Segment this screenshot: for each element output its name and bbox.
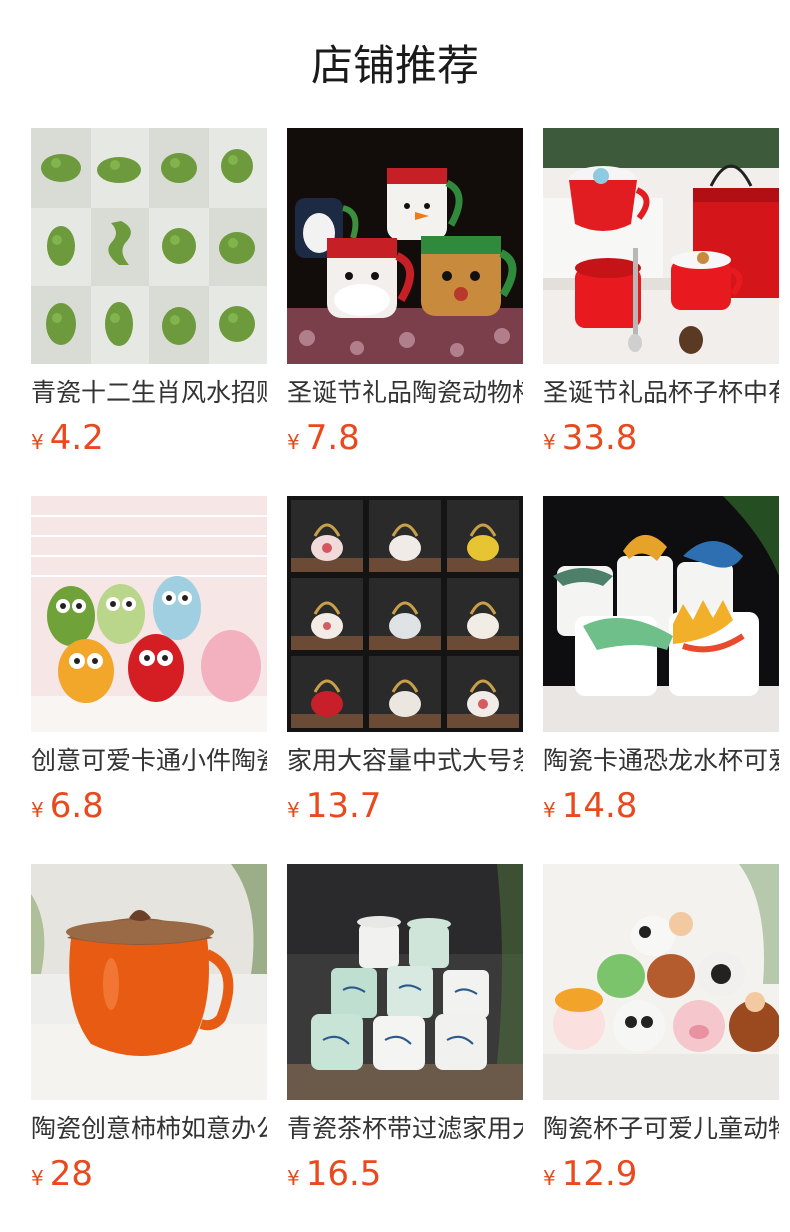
product-name[interactable]: 创意可爱卡通小件陶瓷 <box>31 744 267 778</box>
price-value: 7.8 <box>305 418 360 458</box>
price-value: 6.8 <box>49 786 104 826</box>
product-price: ¥33.8 <box>543 418 779 458</box>
product-name[interactable]: 圣诞节礼品陶瓷动物杯 <box>287 376 523 410</box>
price-value: 16.5 <box>305 1154 382 1194</box>
currency-symbol: ¥ <box>31 430 44 454</box>
product-card[interactable]: 圣诞节礼品杯子杯中有 ¥33.8 <box>543 128 779 464</box>
price-value: 33.8 <box>561 418 638 458</box>
currency-symbol: ¥ <box>287 798 300 822</box>
product-name[interactable]: 家用大容量中式大号茶 <box>287 744 523 778</box>
price-value: 13.7 <box>305 786 382 826</box>
product-image[interactable] <box>31 864 267 1100</box>
product-card[interactable]: 陶瓷杯子可爱儿童动物 ¥12.9 <box>543 864 779 1200</box>
currency-symbol: ¥ <box>31 798 44 822</box>
product-image[interactable] <box>287 864 523 1100</box>
product-name[interactable]: 陶瓷杯子可爱儿童动物 <box>543 1112 779 1146</box>
product-price: ¥13.7 <box>287 786 523 826</box>
product-image[interactable] <box>31 496 267 732</box>
product-name[interactable]: 陶瓷创意柿柿如意办公 <box>31 1112 267 1146</box>
product-price: ¥7.8 <box>287 418 523 458</box>
product-price: ¥28 <box>31 1154 267 1194</box>
product-price: ¥4.2 <box>31 418 267 458</box>
section-title: 店铺推荐 <box>310 41 479 90</box>
price-value: 12.9 <box>561 1154 638 1194</box>
product-name[interactable]: 陶瓷卡通恐龙水杯可爱 <box>543 744 779 778</box>
currency-symbol: ¥ <box>543 1166 556 1190</box>
product-price: ¥16.5 <box>287 1154 523 1194</box>
product-name[interactable]: 圣诞节礼品杯子杯中有 <box>543 376 779 410</box>
product-price: ¥12.9 <box>543 1154 779 1194</box>
product-card[interactable]: 陶瓷卡通恐龙水杯可爱 ¥14.8 <box>543 496 779 832</box>
currency-symbol: ¥ <box>287 430 300 454</box>
product-image[interactable] <box>543 496 779 732</box>
product-card[interactable]: 家用大容量中式大号茶 ¥13.7 <box>287 496 523 832</box>
product-name[interactable]: 青瓷十二生肖风水招财 <box>31 376 267 410</box>
store-recommendations-page: 店铺推荐 青瓷十二生肖风水招财 ¥ 4.2 圣诞节礼品陶瓷动物杯 ¥ 7.8 圣… <box>0 0 790 1232</box>
product-image[interactable] <box>287 128 523 364</box>
price-value: 28 <box>49 1154 93 1194</box>
product-card[interactable]: 青瓷十二生肖风水招财 ¥4.2 <box>31 128 267 464</box>
product-name[interactable]: 青瓷茶杯带过滤家用大 <box>287 1112 523 1146</box>
currency-symbol: ¥ <box>287 1166 300 1190</box>
product-price: ¥6.8 <box>31 786 267 826</box>
price-value: 14.8 <box>561 786 638 826</box>
product-card[interactable]: 陶瓷创意柿柿如意办公 ¥28 <box>31 864 267 1200</box>
product-image[interactable] <box>31 128 267 364</box>
currency-symbol: ¥ <box>543 430 556 454</box>
product-image[interactable] <box>287 496 523 732</box>
price-value: 4.2 <box>49 418 104 458</box>
currency-symbol: ¥ <box>543 798 556 822</box>
product-card[interactable]: 圣诞节礼品陶瓷动物杯 ¥7.8 <box>287 128 523 464</box>
product-grid: 青瓷十二生肖风水招财 ¥4.2 圣诞节礼品陶瓷动物杯 ¥ 7.8 圣诞节礼品杯子… <box>31 128 779 1200</box>
product-card[interactable]: 青瓷茶杯带过滤家用大 ¥16.5 <box>287 864 523 1200</box>
product-image[interactable] <box>543 128 779 364</box>
product-image[interactable] <box>543 864 779 1100</box>
product-card[interactable]: 创意可爱卡通小件陶瓷 ¥6.8 <box>31 496 267 832</box>
product-price: ¥14.8 <box>543 786 779 826</box>
currency-symbol: ¥ <box>31 1166 44 1190</box>
